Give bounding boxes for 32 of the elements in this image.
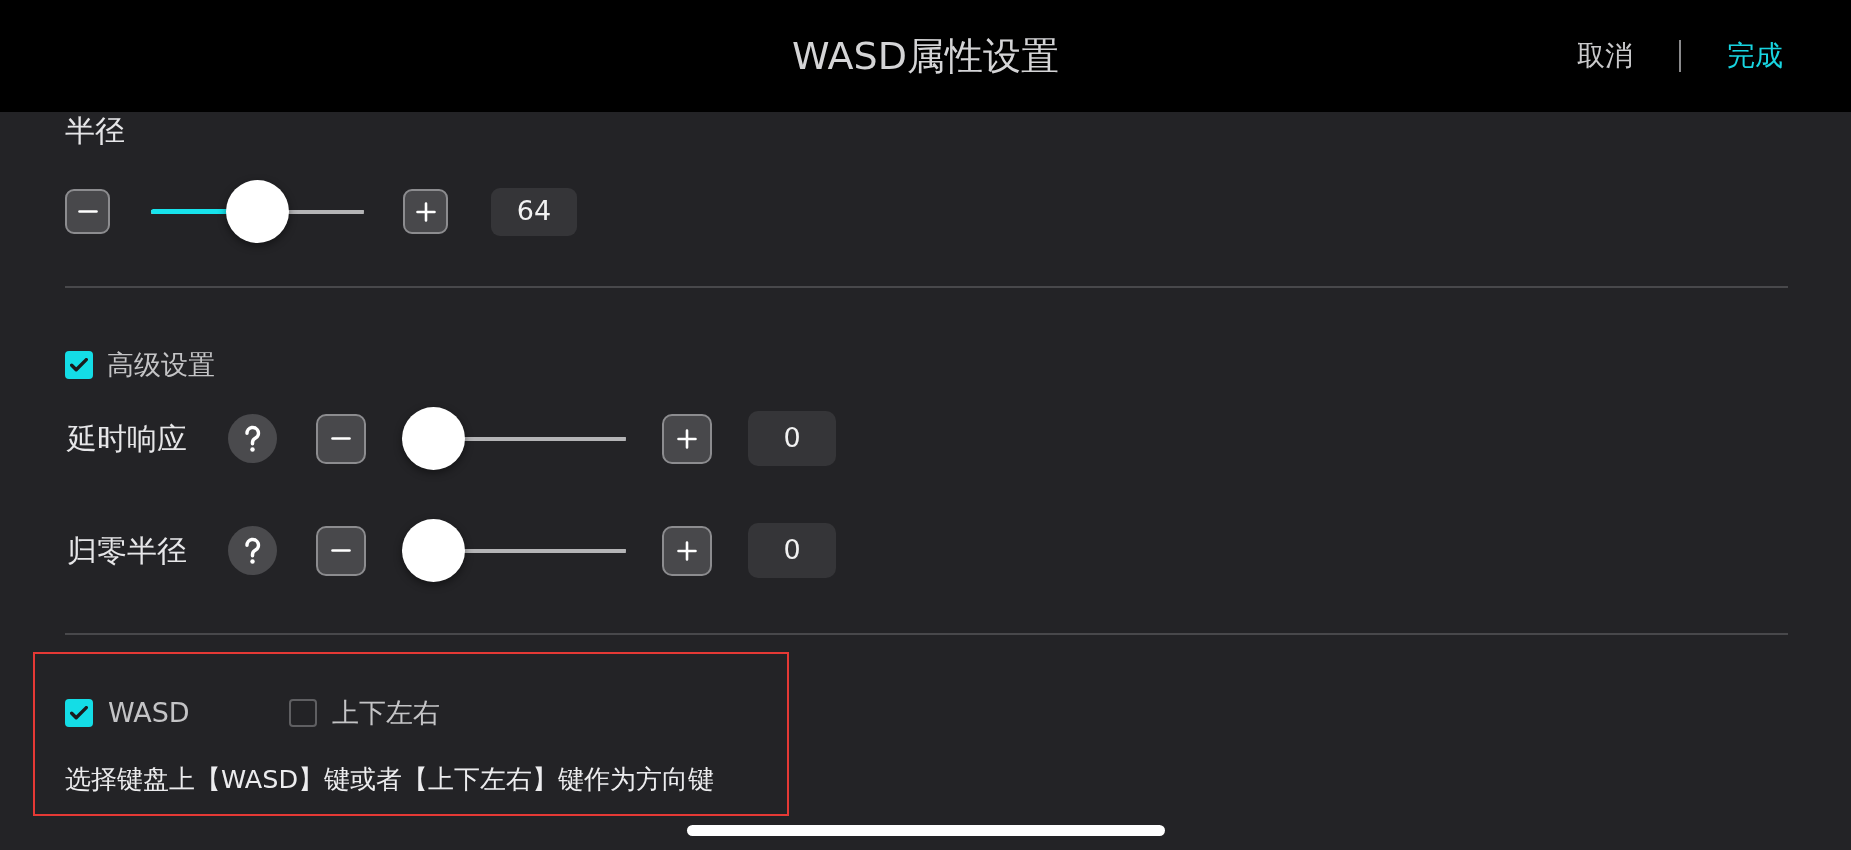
plus-icon [677,540,697,561]
checkbox[interactable] [65,351,93,379]
value-field[interactable]: 0 [748,411,836,466]
help-icon[interactable] [228,414,277,463]
done-button[interactable]: 完成 [1727,39,1783,73]
checkbox-label: WASD [108,698,190,728]
minus-icon [77,210,98,213]
checkbox[interactable] [289,699,317,727]
setting-label: 延时响应 [66,420,187,456]
cancel-button[interactable]: 取消 [1577,39,1633,73]
description-text: 选择键盘上【WASD】键或者【上下左右】键作为方向键 [65,764,715,794]
setting-label: 归零半径 [66,532,187,568]
check-icon [70,358,88,372]
increase-button[interactable] [662,525,712,576]
value-field[interactable]: 64 [491,187,577,236]
checkbox-label: 高级设置 [107,350,215,380]
increase-button[interactable] [403,189,448,234]
setting-label: 半径 [65,116,125,146]
minus-icon [331,437,351,440]
plus-icon [677,428,697,449]
checkbox-label: 上下左右 [332,698,440,728]
increase-button[interactable] [662,413,712,464]
decrease-button[interactable] [65,189,110,234]
value-field[interactable]: 0 [748,523,836,578]
plus-icon [415,201,436,222]
minus-icon [331,549,351,552]
decrease-button[interactable] [316,413,366,464]
check-icon [70,706,88,720]
decrease-button[interactable] [316,525,366,576]
help-icon[interactable] [228,526,277,575]
page-title: WASD属性设置 [792,34,1059,78]
checkbox[interactable] [65,699,93,727]
